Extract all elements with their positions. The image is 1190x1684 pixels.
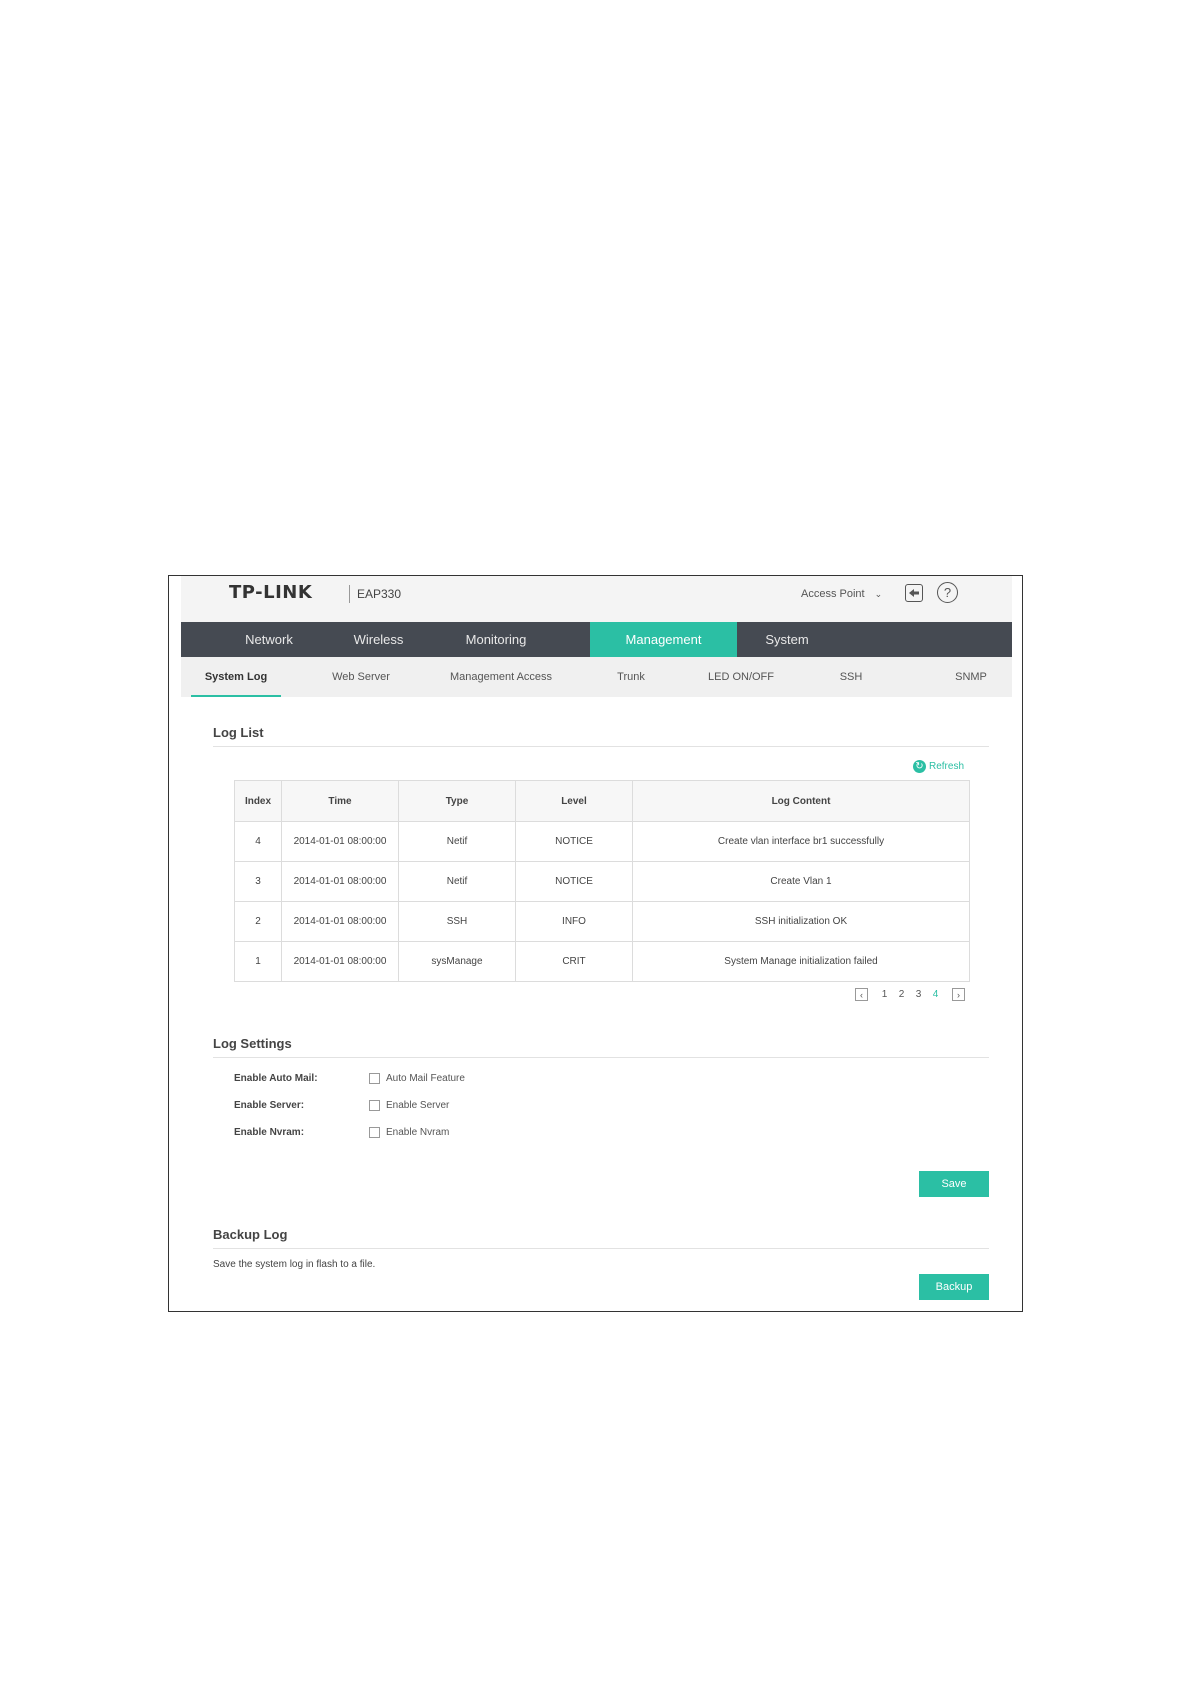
next-page-button[interactable]: › [952, 988, 965, 1001]
cell-index: 1 [234, 941, 282, 982]
table-row: 1 2014-01-01 08:00:00 sysManage CRIT Sys… [234, 941, 970, 982]
tab-system[interactable]: System [737, 622, 837, 657]
mode-select[interactable]: Access Point ⌄ [801, 584, 882, 604]
cell-time: 2014-01-01 08:00:00 [281, 821, 399, 862]
log-settings-divider [213, 1057, 989, 1058]
header-bar: TP-LINK EAP330 Access Point ⌄ ? [181, 576, 1012, 622]
sub-nav: System Log Web Server Management Access … [181, 657, 1012, 697]
tab-monitoring[interactable]: Monitoring [436, 622, 556, 657]
subtab-management-access[interactable]: Management Access [421, 657, 581, 697]
page-2[interactable]: 2 [893, 989, 910, 1000]
refresh-label: Refresh [929, 761, 965, 772]
cell-time: 2014-01-01 08:00:00 [281, 941, 399, 982]
table-row: 2 2014-01-01 08:00:00 SSH INFO SSH initi… [234, 901, 970, 942]
page-1[interactable]: 1 [876, 989, 893, 1000]
log-table: Index Time Type Level Log Content 4 2014… [234, 780, 970, 982]
nvram-option: Enable Nvram [386, 1127, 450, 1138]
prev-page-button[interactable]: ‹ [855, 988, 868, 1001]
cell-log-content: System Manage initialization failed [632, 941, 970, 982]
cell-time: 2014-01-01 08:00:00 [281, 901, 399, 942]
cell-type: sysManage [398, 941, 516, 982]
cell-log-content: SSH initialization OK [632, 901, 970, 942]
subtab-system-log[interactable]: System Log [191, 657, 281, 697]
help-button[interactable]: ? [937, 582, 958, 603]
pagination: ‹ 1 2 3 4 › [855, 988, 965, 1001]
tab-network[interactable]: Network [201, 622, 337, 657]
column-header-level: Level [515, 780, 633, 822]
chevron-right-icon: › [957, 989, 960, 1000]
tab-management[interactable]: Management [590, 622, 737, 657]
logout-icon [909, 589, 919, 597]
cell-index: 4 [234, 821, 282, 862]
log-list-title: Log List [213, 725, 264, 740]
cell-type: SSH [398, 901, 516, 942]
backup-button[interactable]: Backup [919, 1274, 989, 1300]
backup-log-divider [213, 1248, 989, 1249]
auto-mail-option: Auto Mail Feature [386, 1073, 465, 1084]
page-3[interactable]: 3 [910, 989, 927, 1000]
auto-mail-label: Enable Auto Mail: [234, 1073, 318, 1084]
subtab-snmp[interactable]: SNMP [936, 657, 1006, 697]
server-checkbox[interactable]: Enable Server [369, 1100, 449, 1111]
subtab-trunk[interactable]: Trunk [591, 657, 671, 697]
chevron-down-icon: ⌄ [874, 588, 883, 599]
auto-mail-checkbox[interactable]: Auto Mail Feature [369, 1073, 465, 1084]
server-option: Enable Server [386, 1100, 450, 1111]
device-model: EAP330 [357, 587, 402, 601]
chevron-left-icon: ‹ [860, 989, 863, 1000]
main-nav: Network Wireless Monitoring Management S… [181, 622, 1012, 657]
logo-divider [349, 585, 350, 603]
cell-index: 3 [234, 861, 282, 902]
subtab-web-server[interactable]: Web Server [311, 657, 411, 697]
save-button[interactable]: Save [919, 1171, 989, 1197]
log-settings-title: Log Settings [213, 1036, 292, 1051]
logout-button[interactable] [905, 584, 923, 602]
log-list-divider [213, 746, 989, 747]
refresh-icon: ↻ [913, 760, 926, 773]
nvram-label: Enable Nvram: [234, 1127, 305, 1138]
subtab-ssh[interactable]: SSH [821, 657, 881, 697]
mode-select-value: Access Point [801, 588, 865, 600]
cell-type: Netif [398, 861, 516, 902]
subtab-led-onoff[interactable]: LED ON/OFF [686, 657, 796, 697]
table-row: 4 2014-01-01 08:00:00 Netif NOTICE Creat… [234, 821, 970, 862]
column-header-type: Type [398, 780, 516, 822]
cell-level: NOTICE [515, 861, 633, 902]
nvram-checkbox[interactable]: Enable Nvram [369, 1127, 449, 1138]
backup-description: Save the system log in flash to a file. [213, 1259, 376, 1270]
column-header-time: Time [281, 780, 399, 822]
cell-log-content: Create Vlan 1 [632, 861, 970, 902]
refresh-button[interactable]: ↻ Refresh [913, 760, 964, 773]
page-4[interactable]: 4 [927, 989, 944, 1000]
tab-wireless[interactable]: Wireless [321, 622, 436, 657]
table-header-row: Index Time Type Level Log Content [234, 780, 970, 822]
server-label: Enable Server: [234, 1100, 305, 1111]
cell-time: 2014-01-01 08:00:00 [281, 861, 399, 902]
checkbox-box[interactable] [369, 1127, 380, 1138]
cell-level: CRIT [515, 941, 633, 982]
app-window: TP-LINK EAP330 Access Point ⌄ ? Network … [168, 575, 1023, 1312]
cell-index: 2 [234, 901, 282, 942]
checkbox-box[interactable] [369, 1100, 380, 1111]
column-header-log-content: Log Content [632, 780, 970, 822]
brand-logo: TP-LINK [229, 582, 313, 603]
cell-log-content: Create vlan interface br1 successfully [632, 821, 970, 862]
cell-type: Netif [398, 821, 516, 862]
checkbox-box[interactable] [369, 1073, 380, 1084]
help-icon: ? [943, 585, 952, 600]
cell-level: NOTICE [515, 821, 633, 862]
cell-level: INFO [515, 901, 633, 942]
column-header-index: Index [234, 780, 282, 822]
table-row: 3 2014-01-01 08:00:00 Netif NOTICE Creat… [234, 861, 970, 902]
backup-log-title: Backup Log [213, 1227, 288, 1242]
